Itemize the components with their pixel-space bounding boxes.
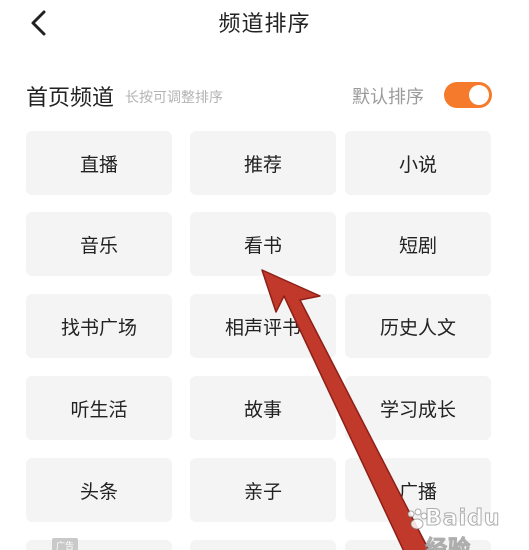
channel-grid: 直播 推荐 小说 音乐 看书 短剧 找书广场 相声评书 历史人文 听生活 故事 … <box>0 0 529 550</box>
channel-tile[interactable]: 头条 <box>26 458 172 522</box>
channel-tile[interactable]: 直播 <box>26 131 172 195</box>
channel-tile[interactable]: 推荐 <box>190 131 336 195</box>
channel-tile[interactable]: 故事 <box>190 376 336 440</box>
channel-tile[interactable]: 听生活 <box>26 376 172 440</box>
channel-tile[interactable]: 小说 <box>345 131 491 195</box>
channel-tile-partial[interactable] <box>190 540 336 550</box>
channel-tile[interactable]: 亲子 <box>190 458 336 522</box>
ad-badge: 广告 <box>52 538 79 550</box>
channel-sort-screen: 频道排序 首页频道 长按可调整排序 默认排序 直播 推荐 小说 音乐 看书 短剧… <box>0 0 529 550</box>
watermark-text: Baidu 经验 <box>425 506 501 550</box>
channel-tile[interactable]: 短剧 <box>345 212 491 276</box>
channel-tile[interactable]: 相声评书 <box>190 294 336 358</box>
channel-tile[interactable]: 音乐 <box>26 212 172 276</box>
watermark-logo: Baidu 经验 <box>405 492 525 550</box>
channel-tile[interactable]: 学习成长 <box>345 376 491 440</box>
channel-tile-partial[interactable] <box>26 540 172 550</box>
channel-tile[interactable]: 找书广场 <box>26 294 172 358</box>
channel-tile[interactable]: 历史人文 <box>345 294 491 358</box>
channel-tile[interactable]: 看书 <box>190 212 336 276</box>
